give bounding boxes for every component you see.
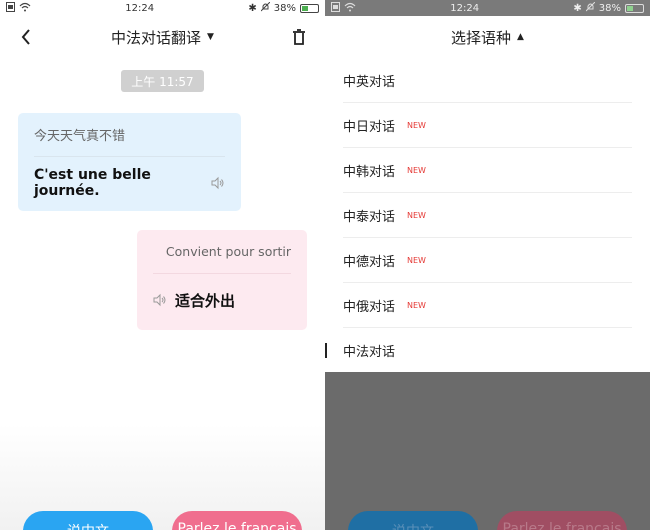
language-dropdown-panel: 选择语种 ▲ 中英对话 中日对话 NEW 中韩对话 NEW 中泰对话 NEW 中德对话 NEW 中… xyxy=(325,16,650,372)
battery-icon xyxy=(624,3,644,13)
language-list: 中英对话 中日对话 NEW 中韩对话 NEW 中泰对话 NEW 中德对话 NEW 中俄对话 NEW 中… xyxy=(325,58,650,373)
new-badge: NEW xyxy=(407,255,426,265)
speak-chinese-button[interactable]: 说中文 xyxy=(23,511,153,530)
message-translation: 适合外出 xyxy=(153,274,291,326)
picker-title: 选择语种 xyxy=(451,28,512,47)
message-bubble: Convient pour sortir 适合外出 xyxy=(137,230,307,330)
wifi-icon xyxy=(344,2,356,15)
language-option[interactable]: 中法对话 xyxy=(325,328,632,373)
page-title: 中法对话翻译 xyxy=(111,28,202,47)
bluetooth-icon: ✱ xyxy=(573,2,582,14)
back-icon[interactable] xyxy=(16,26,36,48)
message-source-text: Convient pour sortir xyxy=(153,230,291,274)
language-option-label: 中泰对话 xyxy=(343,209,396,225)
chat-header: 中法对话翻译 ▼ xyxy=(0,16,325,58)
new-badge: NEW xyxy=(407,120,426,130)
picker-header: 选择语种 ▲ xyxy=(325,16,650,58)
speak-chinese-button: 说中文 xyxy=(348,511,478,530)
message-translation: C'est une belle journée. xyxy=(34,157,225,209)
sim-icon xyxy=(6,1,15,15)
language-title-dropdown[interactable]: 选择语种 ▲ xyxy=(451,27,524,48)
caret-down-icon: ▼ xyxy=(207,32,214,42)
new-badge: NEW xyxy=(407,165,426,175)
chat-screen: 12:24 ✱ 38% 中法对话翻译 ▼ 上午 11:57 今天天气真不错 C'… xyxy=(0,0,325,530)
language-option-label: 中德对话 xyxy=(343,254,396,270)
language-picker-screen: 12:24 ✱ 38% 说中文 Parlez le français 选择语种 … xyxy=(325,0,650,530)
speaker-icon[interactable] xyxy=(153,293,167,307)
wifi-icon xyxy=(19,2,31,15)
language-option[interactable]: 中英对话 xyxy=(343,58,632,103)
mute-icon xyxy=(585,1,596,15)
message-translation-text: C'est une belle journée. xyxy=(34,167,151,199)
language-option[interactable]: 中日对话 NEW xyxy=(343,103,632,148)
language-title-dropdown[interactable]: 中法对话翻译 ▼ xyxy=(111,27,214,48)
selected-indicator xyxy=(325,343,327,358)
status-bar: 12:24 ✱ 38% xyxy=(325,0,650,16)
new-badge: NEW xyxy=(407,300,426,310)
status-time: 12:24 xyxy=(125,2,155,14)
new-badge: NEW xyxy=(407,210,426,220)
status-time: 12:24 xyxy=(450,2,480,14)
message-source-text: 今天天气真不错 xyxy=(34,113,225,157)
sim-icon xyxy=(331,1,340,15)
language-option[interactable]: 中德对话 NEW xyxy=(343,238,632,283)
language-option[interactable]: 中泰对话 NEW xyxy=(343,193,632,238)
language-option-label: 中日对话 xyxy=(343,119,396,135)
battery-fill xyxy=(301,5,308,11)
status-bar: 12:24 ✱ 38% xyxy=(0,0,325,16)
bluetooth-icon: ✱ xyxy=(248,2,257,14)
battery-fill xyxy=(626,5,633,11)
trash-icon[interactable] xyxy=(289,26,309,48)
language-option-label: 中俄对话 xyxy=(343,299,396,315)
battery-text: 38% xyxy=(598,2,621,14)
message-bubble: 今天天气真不错 C'est une belle journée. xyxy=(18,113,241,211)
message-translation-text: 适合外出 xyxy=(175,291,236,310)
speaker-icon[interactable] xyxy=(211,176,225,190)
language-option[interactable]: 中韩对话 NEW xyxy=(343,148,632,193)
battery-icon xyxy=(299,3,319,13)
mute-icon xyxy=(260,1,271,15)
language-option-label: 中法对话 xyxy=(343,345,396,360)
battery-text: 38% xyxy=(273,2,296,14)
time-chip: 上午 11:57 xyxy=(121,70,204,92)
language-option-label: 中韩对话 xyxy=(343,164,396,180)
language-option[interactable]: 中俄对话 NEW xyxy=(343,283,632,328)
language-option-label: 中英对话 xyxy=(343,74,396,90)
caret-up-icon: ▲ xyxy=(517,32,524,42)
speak-french-button: Parlez le français xyxy=(497,511,627,530)
speak-french-button[interactable]: Parlez le français xyxy=(172,511,302,530)
